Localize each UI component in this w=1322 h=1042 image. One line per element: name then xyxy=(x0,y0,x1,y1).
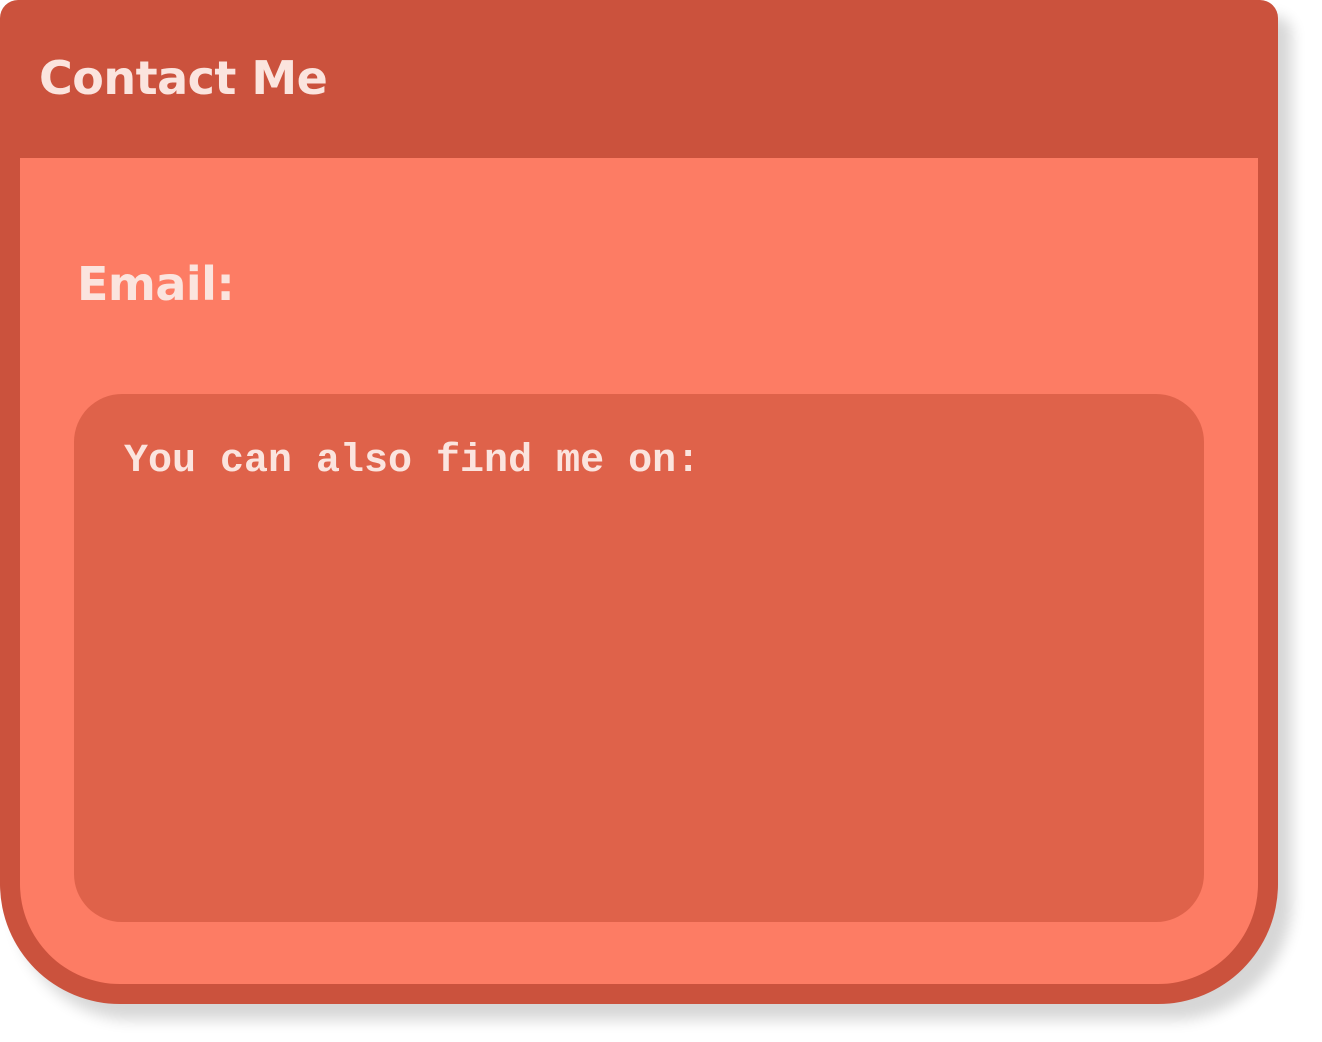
window-title: Contact Me xyxy=(39,51,328,105)
window-titlebar[interactable]: Contact Me xyxy=(0,0,1278,158)
social-links-panel: You can also find me on: xyxy=(74,394,1204,922)
email-label: Email: xyxy=(77,257,235,311)
window-content: Email: You can also find me on: xyxy=(20,158,1258,984)
social-links-heading: You can also find me on: xyxy=(124,439,701,484)
contact-window: Contact Me Email: You can also find me o… xyxy=(0,0,1278,1004)
